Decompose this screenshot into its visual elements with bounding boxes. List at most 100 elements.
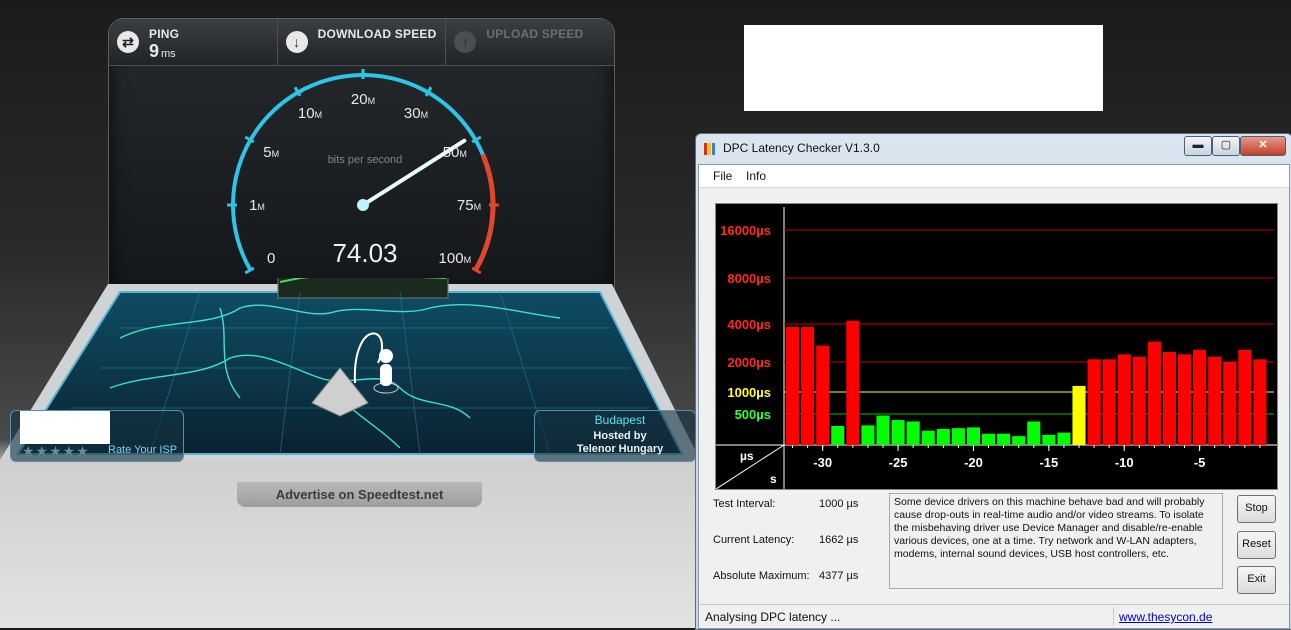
y-tick-label: 16000µs (720, 223, 771, 238)
tab-upload[interactable]: ↑ UPLOAD SPEED (446, 19, 614, 65)
tab-ping[interactable]: ⇄ PING 9 ms (109, 19, 278, 65)
current-latency-value: 1662 µs (819, 534, 859, 546)
x-tick-label: -10 (1115, 455, 1134, 470)
stop-button[interactable]: Stop (1237, 495, 1276, 523)
close-button[interactable]: ✕ (1240, 136, 1286, 156)
download-icon: ↓ (285, 31, 308, 53)
menu-bar: File Info (699, 165, 1289, 188)
absolute-maximum-label: Absolute Maximum: (713, 570, 810, 582)
latency-bar (906, 421, 920, 445)
latency-bar (786, 326, 800, 445)
latency-bar (1087, 359, 1101, 445)
ping-label: PING (149, 27, 180, 41)
latency-bar (1238, 349, 1252, 445)
corner-label-us: µs (740, 449, 754, 463)
latency-bar (1072, 385, 1086, 445)
upload-label: UPLOAD SPEED (486, 27, 584, 41)
latency-chart: 16000µs 8000µs 4000µs 2000µs 1000µs 500µs µs s -… (715, 203, 1278, 490)
speed-graph-strip (277, 278, 449, 299)
latency-bar (1193, 349, 1207, 445)
maximize-button[interactable]: ▢ (1212, 136, 1240, 156)
gauge-tick-label: 20M (351, 91, 375, 108)
status-text: Analysing DPC latency ... (705, 610, 841, 624)
client-area: File Info 16000µs 8000µs 4000µs 2000µs 1000µ… (698, 164, 1290, 629)
redacted-block (20, 411, 110, 444)
title-bar[interactable]: DPC Latency Checker V1.3.0 ▬ ▢ ✕ (696, 134, 1291, 162)
result-tabs: ⇄ PING 9 ms ↓ DOWNLOAD SPEED ↑ UPLOAD SPE… (109, 19, 614, 66)
menu-info[interactable]: Info (746, 169, 766, 183)
latency-bar (1208, 356, 1222, 445)
current-latency-label: Current Latency: (713, 534, 795, 546)
website-link[interactable]: www.thesycon.de (1119, 610, 1212, 624)
latency-chart-svg: 16000µs 8000µs 4000µs 2000µs 1000µs 500µs µs s -… (716, 207, 1277, 489)
latency-bar (831, 426, 845, 445)
window-title: DPC Latency Checker V1.3.0 (723, 141, 880, 155)
reset-button[interactable]: Reset (1237, 531, 1276, 559)
latency-bar (1147, 341, 1161, 445)
latency-bar (1162, 352, 1176, 445)
latency-bar (1117, 354, 1131, 445)
download-label: DOWNLOAD SPEED (317, 27, 437, 41)
x-tick-label: -15 (1039, 455, 1058, 470)
x-tick-label: -30 (813, 455, 832, 470)
gauge-caption: bits per second (327, 154, 403, 166)
latency-bar (891, 420, 905, 445)
y-tick-label: 500µs (735, 407, 771, 422)
rate-isp-label[interactable]: Rate Your ISP (108, 444, 177, 456)
latency-bar (1178, 354, 1192, 445)
y-tick-label: 4000µs (727, 317, 771, 332)
exit-button[interactable]: Exit (1237, 566, 1276, 594)
y-tick-label: 8000µs (727, 271, 771, 286)
server-city: Budapest (594, 413, 646, 427)
x-tick-label: -20 (964, 455, 983, 470)
gauge-needle (361, 138, 467, 207)
test-interval-label: Test Interval: (713, 498, 776, 510)
ping-value: 9 ms (149, 41, 176, 61)
speedtest-panel: ⇄ PING 9 ms ↓ DOWNLOAD SPEED ↑ UPLOAD SPE… (0, 0, 700, 628)
ping-unit: ms (161, 48, 176, 60)
latency-bar (1057, 432, 1071, 445)
latency-bar (1042, 434, 1056, 445)
latency-bar (1132, 356, 1146, 445)
x-tick-label: -5 (1194, 455, 1206, 470)
latency-bar (846, 320, 860, 445)
y-tick-label: 1000µs (727, 385, 771, 400)
corner-label-s: s (770, 472, 777, 486)
latency-bar (876, 415, 890, 445)
latency-bar (1223, 362, 1237, 445)
x-tick-label: -25 (889, 455, 908, 470)
tab-download[interactable]: ↓ DOWNLOAD SPEED (278, 19, 447, 65)
status-bar: Analysing DPC latency ... www.thesycon.d… (699, 604, 1289, 627)
gauge-tick-label: 10M (298, 105, 322, 122)
gauge-arc-danger (473, 153, 496, 272)
info-message: Some device drivers on this machine beha… (889, 493, 1223, 589)
dpc-window: DPC Latency Checker V1.3.0 ▬ ▢ ✕ File In… (695, 133, 1291, 630)
ping-icon: ⇄ (117, 31, 139, 53)
minimize-button[interactable]: ▬ (1184, 136, 1212, 156)
gauge-hub (357, 199, 369, 211)
gauge-tick-label: 100M (439, 250, 472, 267)
hosted-by-label: Hosted by (593, 430, 647, 442)
server-host: Hosted by Telenor Hungary (560, 430, 680, 456)
latency-bar (951, 428, 965, 445)
app-icon (704, 142, 718, 155)
latency-bar (861, 425, 875, 445)
latency-bar (997, 433, 1011, 445)
latency-bar (801, 326, 815, 445)
absolute-maximum-value: 4377 µs (819, 570, 859, 582)
speed-value: 74.03 (332, 238, 398, 268)
user-location-icon (379, 349, 393, 363)
menu-file[interactable]: File (713, 169, 732, 183)
latency-bar (936, 428, 950, 445)
latency-bar (816, 345, 830, 445)
gauge-tick-label: 30M (404, 105, 428, 122)
advertise-link[interactable]: Advertise on Speedtest.net (237, 482, 482, 507)
gauge-tick-label: 75M (457, 197, 481, 214)
upload-icon: ↑ (454, 31, 477, 53)
y-tick-label: 2000µs (727, 355, 771, 370)
test-interval-value: 1000 µs (819, 498, 859, 510)
latency-bar (982, 433, 996, 445)
redacted-banner (744, 25, 1103, 111)
rating-stars-icon[interactable]: ★★★★★ (22, 443, 90, 460)
latency-bar (921, 430, 935, 445)
